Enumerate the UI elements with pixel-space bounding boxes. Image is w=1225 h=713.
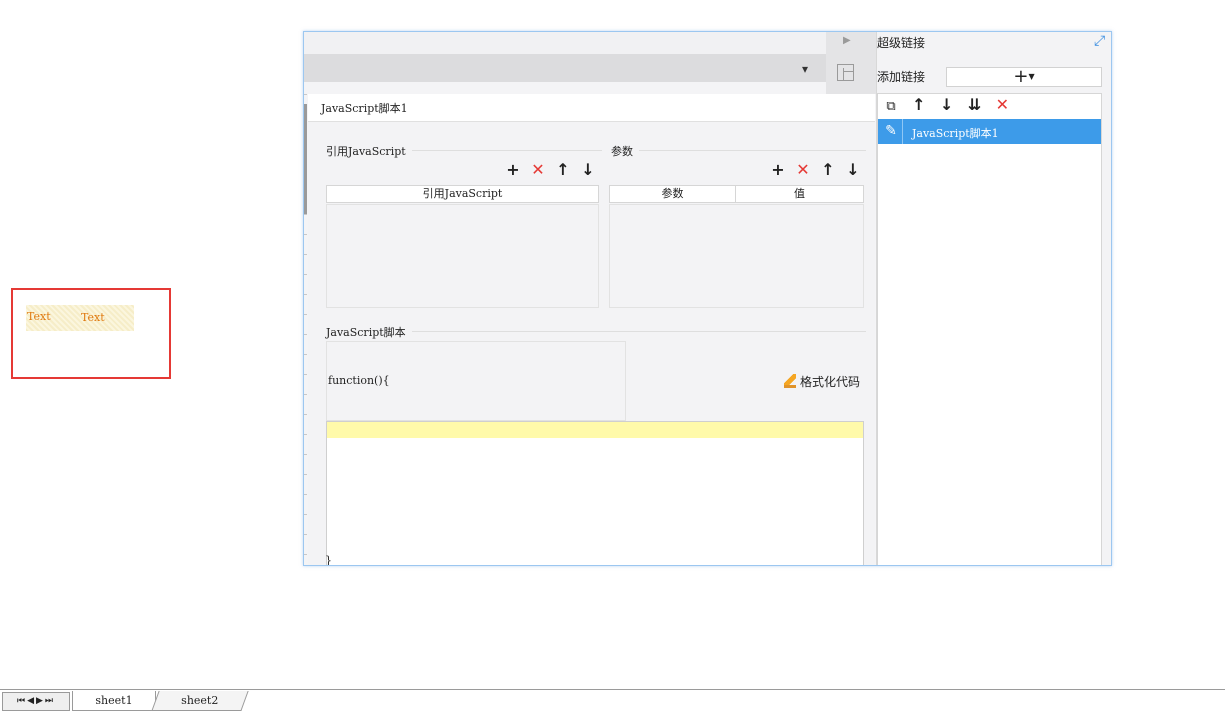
caret-down-icon: ▼ xyxy=(1028,72,1035,81)
ref-add-button[interactable]: + xyxy=(505,162,521,178)
function-header-box: function(){ xyxy=(326,341,626,421)
script-section-label: JavaScript脚本 xyxy=(326,324,412,340)
selected-cell-range[interactable] xyxy=(11,288,171,379)
text-cell-area[interactable]: Text Text xyxy=(26,305,134,331)
delete-link-button[interactable]: ✕ xyxy=(994,97,1010,113)
dialog-top-bar xyxy=(304,32,826,54)
param-table-body[interactable] xyxy=(609,204,864,308)
move-up-button[interactable]: ↑ xyxy=(911,97,927,113)
dropdown-arrow-icon[interactable]: ▾ xyxy=(802,62,808,76)
format-code-button[interactable]: 格式化代码 xyxy=(784,373,860,390)
ref-move-up-button[interactable]: ↑ xyxy=(555,162,571,178)
param-column-header[interactable]: 参数 xyxy=(610,186,736,202)
ref-js-table-header: 引用JavaScript xyxy=(326,185,599,203)
param-table-header: 参数 值 xyxy=(609,185,864,203)
script-editor-pane: JavaScript脚本1 引用JavaScript + ✕ ↑ ↓ 引用Jav… xyxy=(308,94,875,566)
pane-title: JavaScript脚本1 xyxy=(321,102,408,115)
plus-icon: + xyxy=(1013,66,1029,87)
param-add-button[interactable]: + xyxy=(770,162,786,178)
tab-sheet1[interactable]: sheet1 xyxy=(72,691,156,711)
current-line-highlight xyxy=(327,422,863,438)
expand-arrow-icon[interactable]: ⤢ xyxy=(1094,33,1105,49)
hyperlink-panel-title: 超级链接 xyxy=(877,36,926,50)
hyperlink-list-toolbar: ⧉ ↑ ↓ ⇊ ✕ xyxy=(883,97,1018,115)
ref-js-section-label: 引用JavaScript xyxy=(326,143,412,159)
section-divider xyxy=(611,150,866,151)
tab-sheet2[interactable]: sheet2 xyxy=(151,691,249,711)
format-code-label: 格式化代码 xyxy=(800,375,861,389)
ref-js-column-header[interactable]: 引用JavaScript xyxy=(327,186,598,202)
tab-sheet2-label: sheet2 xyxy=(181,694,219,707)
dialog-toolbar xyxy=(304,54,826,82)
pane-title-bar: JavaScript脚本1 xyxy=(308,94,875,122)
param-delete-button[interactable]: ✕ xyxy=(795,162,811,178)
param-move-down-button[interactable]: ↓ xyxy=(845,162,861,178)
move-bottom-icon[interactable]: ⇊ xyxy=(966,97,982,113)
value-column-header[interactable]: 值 xyxy=(736,186,863,202)
move-down-button[interactable]: ↓ xyxy=(939,97,955,113)
side-strip xyxy=(826,32,876,94)
hyperlink-dialog: ▾ ▶ JavaScript脚本1 引用JavaScript + ✕ ↑ ↓ 引… xyxy=(303,31,1112,566)
cell-text-2: Text xyxy=(81,311,105,324)
ref-delete-button[interactable]: ✕ xyxy=(530,162,546,178)
triangle-right-icon[interactable]: ▶ xyxy=(843,35,851,46)
hyperlink-item-label: JavaScript脚本1 xyxy=(912,127,999,140)
hyperlink-panel: 超级链接 ⤢ 添加链接 +▼ ⧉ ↑ ↓ ⇊ ✕ ✎ JavaScript脚本1 xyxy=(876,32,1111,565)
ruler-marker xyxy=(304,104,307,214)
ref-move-down-button[interactable]: ↓ xyxy=(580,162,596,178)
code-editor[interactable] xyxy=(326,421,864,565)
function-header: function(){ xyxy=(328,374,390,387)
hyperlink-list-item[interactable]: ✎ JavaScript脚本1 xyxy=(878,119,1101,144)
param-move-up-button[interactable]: ↑ xyxy=(820,162,836,178)
table-icon[interactable] xyxy=(837,64,854,81)
ref-js-table-body[interactable] xyxy=(326,204,599,308)
edit-pencil-icon: ✎ xyxy=(880,119,903,144)
hyperlink-list: ⧉ ↑ ↓ ⇊ ✕ ✎ JavaScript脚本1 xyxy=(877,93,1102,565)
cell-text-1: Text xyxy=(27,310,51,323)
add-link-button[interactable]: +▼ xyxy=(946,67,1102,87)
add-link-label: 添加链接 xyxy=(877,70,926,84)
sheet-nav-buttons[interactable]: ⏮◀▶⏭ xyxy=(2,692,70,711)
param-section-label: 参数 xyxy=(611,143,639,159)
sheet-tab-bar: ⏮◀▶⏭ sheet1 sheet2 xyxy=(0,689,1225,713)
copy-icon[interactable]: ⧉ xyxy=(883,99,899,115)
broom-icon xyxy=(784,374,796,388)
function-closing-brace: } xyxy=(325,554,332,566)
